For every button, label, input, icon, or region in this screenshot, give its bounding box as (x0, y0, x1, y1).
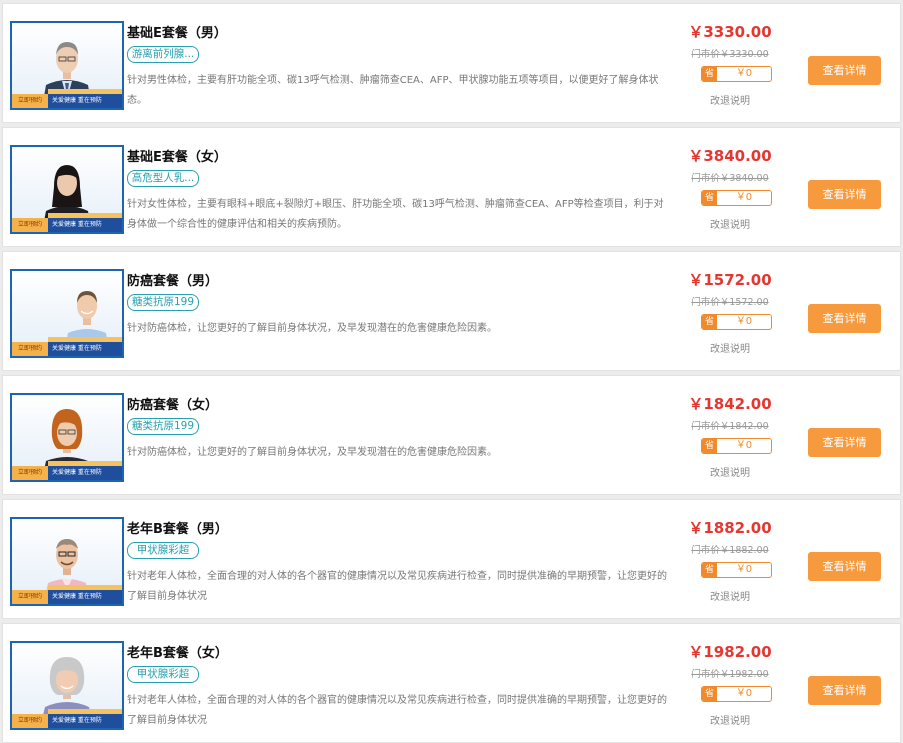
package-title[interactable]: 老年B套餐（女） (127, 642, 228, 661)
refund-info-link[interactable]: 改退说明 (668, 712, 792, 727)
promo-banner: 立即预约 关爱健康 重在预防 (12, 714, 122, 728)
package-thumbnail[interactable]: 立即预约 关爱健康 重在预防 (10, 517, 124, 606)
refund-info-link[interactable]: 改退说明 (668, 464, 792, 479)
package-description: 针对男性体检，主要有肝功能全项、碳13呼气检测、肿瘤筛查CEA、AFP、甲状腺功… (127, 75, 659, 106)
package-title[interactable]: 老年B套餐（男） (127, 518, 228, 537)
package-price: ￥1842.00 (688, 395, 772, 413)
market-price: 门市价￥1572.00 (691, 297, 769, 308)
book-now-label[interactable]: 立即预约 (12, 590, 48, 604)
savings-value: ￥0 (735, 316, 753, 327)
promo-banner: 立即预约 关爱健康 重在预防 (12, 466, 122, 480)
view-details-button[interactable]: 查看详情 (808, 428, 881, 457)
market-price: 门市价￥1882.00 (691, 545, 769, 556)
savings-badge: 省 ￥0 (701, 314, 772, 330)
book-now-label[interactable]: 立即预约 (12, 714, 48, 728)
market-price: 门市价￥1982.00 (691, 669, 769, 680)
market-price: 门市价￥3330.00 (691, 49, 769, 60)
package-description: 针对防癌体检，让您更好的了解目前身体状况，及早发现潜在的危害健康危险因素。 (127, 323, 497, 334)
savings-value: ￥0 (735, 564, 753, 575)
package-price: ￥1572.00 (688, 271, 772, 289)
package-description: 针对老年人体检，全面合理的对人体的各个器官的健康情况以及常见疾病进行检查，同时提… (127, 695, 667, 726)
savings-badge: 省 ￥0 (701, 66, 772, 82)
package-description: 针对老年人体检，全面合理的对人体的各个器官的健康情况以及常见疾病进行检查，同时提… (127, 571, 667, 602)
book-now-label[interactable]: 立即预约 (12, 342, 48, 356)
savings-label: 省 (702, 439, 717, 453)
package-thumbnail[interactable]: 立即预约 关爱健康 重在预防 (10, 641, 124, 730)
banner-slogan: 关爱健康 重在预防 (52, 593, 102, 600)
savings-label: 省 (702, 315, 717, 329)
savings-badge: 省 ￥0 (701, 686, 772, 702)
savings-value: ￥0 (735, 440, 753, 451)
book-now-label[interactable]: 立即预约 (12, 94, 48, 108)
savings-label: 省 (702, 563, 717, 577)
promo-banner: 立即预约 关爱健康 重在预防 (12, 218, 122, 232)
savings-label: 省 (702, 687, 717, 701)
package-price: ￥3330.00 (688, 23, 772, 41)
package-title[interactable]: 基础E套餐（男） (127, 22, 227, 41)
package-description: 针对防癌体检，让您更好的了解目前身体状况，及早发现潜在的危害健康危险因素。 (127, 447, 497, 458)
savings-value: ￥0 (735, 68, 753, 79)
package-tag: 甲状腺彩超 (127, 666, 199, 683)
package-card: 立即预约 关爱健康 重在预防 基础E套餐（女） 高危型人乳... 针对女性体检，… (2, 127, 901, 247)
package-tag: 高危型人乳... (127, 170, 199, 187)
market-price: 门市价￥1842.00 (691, 421, 769, 432)
package-thumbnail[interactable]: 立即预约 关爱健康 重在预防 (10, 269, 124, 358)
savings-value: ￥0 (735, 192, 753, 203)
promo-banner: 立即预约 关爱健康 重在预防 (12, 94, 122, 108)
savings-badge: 省 ￥0 (701, 562, 772, 578)
banner-slogan: 关爱健康 重在预防 (52, 717, 102, 724)
refund-info-link[interactable]: 改退说明 (668, 92, 792, 107)
refund-info-link[interactable]: 改退说明 (668, 340, 792, 355)
package-card: 立即预约 关爱健康 重在预防 防癌套餐（男） 糖类抗原199 针对防癌体检，让您… (2, 251, 901, 371)
view-details-button[interactable]: 查看详情 (808, 56, 881, 85)
banner-slogan: 关爱健康 重在预防 (52, 345, 102, 352)
savings-badge: 省 ￥0 (701, 438, 772, 454)
package-tag: 甲状腺彩超 (127, 542, 199, 559)
book-now-label[interactable]: 立即预约 (12, 218, 48, 232)
package-price: ￥1882.00 (688, 519, 772, 537)
package-tag: 糖类抗原199 (127, 294, 199, 311)
savings-badge: 省 ￥0 (701, 190, 772, 206)
refund-info-link[interactable]: 改退说明 (668, 216, 792, 231)
package-description: 针对女性体检，主要有眼科+眼底+裂隙灯+眼压、肝功能全项、碳13呼气检测、肿瘤筛… (127, 199, 664, 230)
package-card: 立即预约 关爱健康 重在预防 老年B套餐（女） 甲状腺彩超 针对老年人体检，全面… (2, 623, 901, 743)
view-details-button[interactable]: 查看详情 (808, 180, 881, 209)
banner-slogan: 关爱健康 重在预防 (52, 97, 102, 104)
savings-label: 省 (702, 67, 717, 81)
package-title[interactable]: 防癌套餐（男） (127, 270, 218, 289)
view-details-button[interactable]: 查看详情 (808, 304, 881, 333)
promo-banner: 立即预约 关爱健康 重在预防 (12, 590, 122, 604)
package-price: ￥1982.00 (688, 643, 772, 661)
refund-info-link[interactable]: 改退说明 (668, 588, 792, 603)
banner-slogan: 关爱健康 重在预防 (52, 469, 102, 476)
savings-label: 省 (702, 191, 717, 205)
market-price: 门市价￥3840.00 (691, 173, 769, 184)
package-thumbnail[interactable]: 立即预约 关爱健康 重在预防 (10, 393, 124, 482)
package-thumbnail[interactable]: 立即预约 关爱健康 重在预防 (10, 21, 124, 110)
package-thumbnail[interactable]: 立即预约 关爱健康 重在预防 (10, 145, 124, 234)
package-tag: 游离前列腺... (127, 46, 199, 63)
view-details-button[interactable]: 查看详情 (808, 552, 881, 581)
package-card: 立即预约 关爱健康 重在预防 基础E套餐（男） 游离前列腺... 针对男性体检，… (2, 3, 901, 123)
package-price: ￥3840.00 (688, 147, 772, 165)
package-title[interactable]: 防癌套餐（女） (127, 394, 218, 413)
package-card: 立即预约 关爱健康 重在预防 老年B套餐（男） 甲状腺彩超 针对老年人体检，全面… (2, 499, 901, 619)
savings-value: ￥0 (735, 688, 753, 699)
view-details-button[interactable]: 查看详情 (808, 676, 881, 705)
promo-banner: 立即预约 关爱健康 重在预防 (12, 342, 122, 356)
package-tag: 糖类抗原199 (127, 418, 199, 435)
package-card: 立即预约 关爱健康 重在预防 防癌套餐（女） 糖类抗原199 针对防癌体检，让您… (2, 375, 901, 495)
book-now-label[interactable]: 立即预约 (12, 466, 48, 480)
banner-slogan: 关爱健康 重在预防 (52, 221, 102, 228)
package-title[interactable]: 基础E套餐（女） (127, 146, 227, 165)
